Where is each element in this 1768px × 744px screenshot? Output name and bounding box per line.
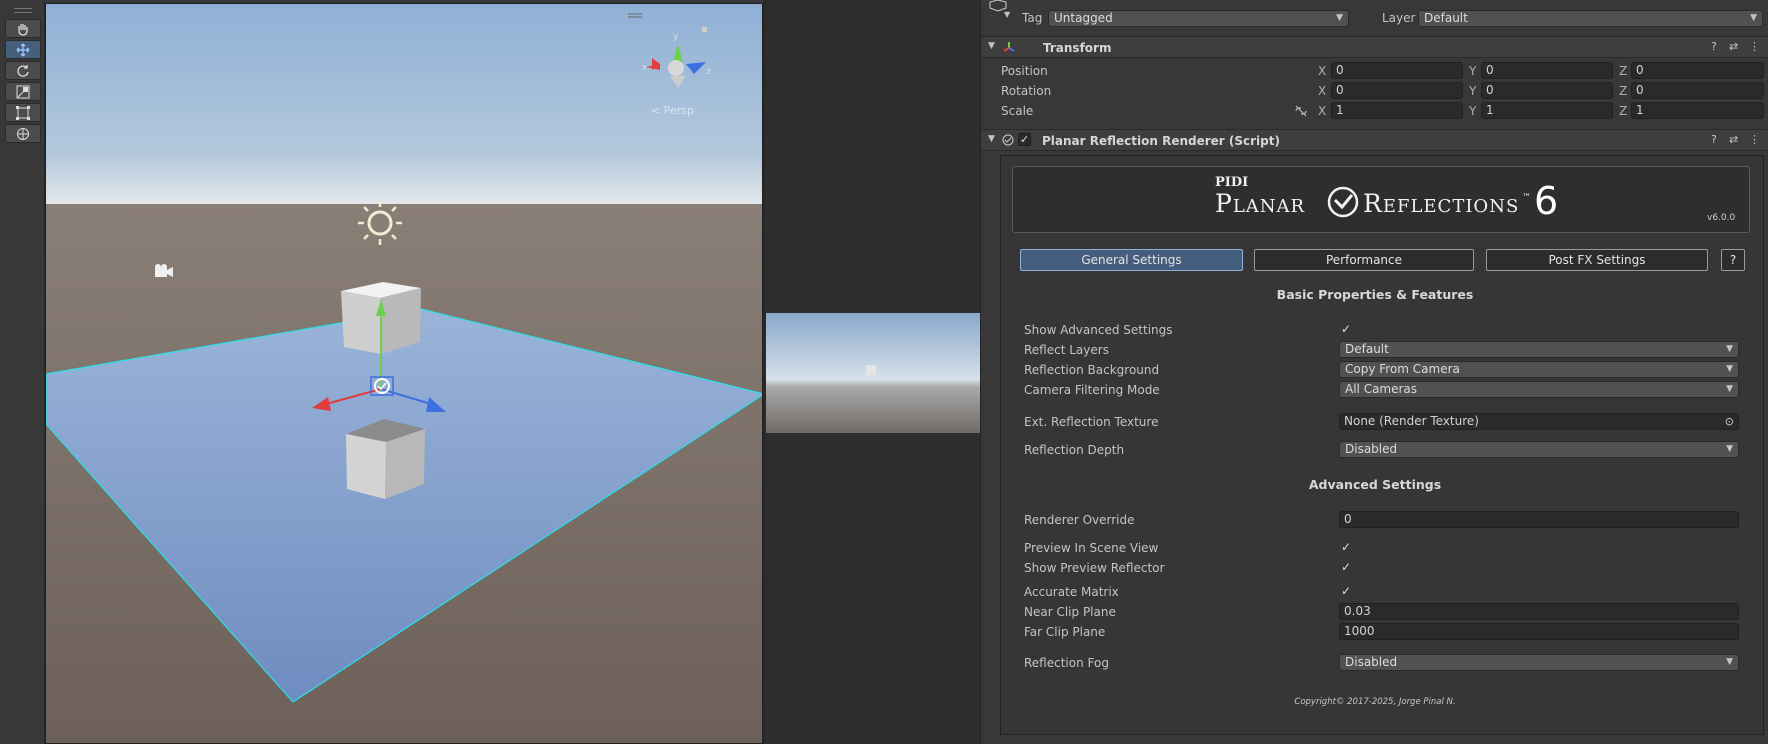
transform-tool-button[interactable] xyxy=(5,124,41,143)
near-clip-label: Near Clip Plane xyxy=(1024,605,1116,619)
more-options-icon[interactable]: ⋮ xyxy=(1749,133,1760,146)
preview-scene-label: Preview In Scene View xyxy=(1024,541,1159,555)
position-z-field[interactable]: 0 xyxy=(1631,62,1764,79)
camera-filtering-dropdown[interactable]: All Cameras ▼ xyxy=(1339,381,1739,398)
link-icon[interactable] xyxy=(1294,105,1308,117)
foldout-arrow-icon[interactable]: ▼ xyxy=(988,134,995,144)
renderer-override-label: Renderer Override xyxy=(1024,513,1135,527)
persp-label[interactable]: < Persp xyxy=(651,104,694,117)
show-advanced-checkbox[interactable]: ✓ xyxy=(1339,322,1353,336)
preset-icon[interactable]: ⇄ xyxy=(1729,133,1738,146)
accurate-matrix-label: Accurate Matrix xyxy=(1024,585,1119,599)
inspector-panel: ▼ Tag Untagged ▼ Layer Default ▼ ▼ Transfo… xyxy=(980,0,1768,744)
transform-icon xyxy=(17,127,29,140)
reflection-preview xyxy=(766,313,980,433)
pidi-banner: PIDI Planar Reflections ™ 6 v6.0.0 xyxy=(1012,166,1750,233)
banner-brand: PIDI xyxy=(1215,175,1249,190)
reflect-layers-label: Reflect Layers xyxy=(1024,343,1109,357)
rotate-icon xyxy=(17,64,29,77)
foldout-arrow-icon[interactable]: ▼ xyxy=(988,41,995,51)
tab-general-settings[interactable]: General Settings xyxy=(1020,249,1243,271)
banner-version: v6.0.0 xyxy=(1707,213,1736,223)
chevron-down-icon[interactable]: ▼ xyxy=(1004,10,1010,19)
copyright: Copyright© 2017-2025, Jorge Pinal N. xyxy=(1294,697,1456,707)
more-options-icon[interactable]: ⋮ xyxy=(1749,40,1760,53)
scale-x-field[interactable]: 1 xyxy=(1331,102,1463,119)
tab-post-fx-settings[interactable]: Post FX Settings xyxy=(1486,249,1708,271)
scale-z-field[interactable]: 1 xyxy=(1631,102,1764,119)
transform-header[interactable]: ▼ Transform ? ⇄ ⋮ xyxy=(981,36,1768,58)
rotation-x-field[interactable]: 0 xyxy=(1331,82,1463,99)
gizmo-z-label: z xyxy=(706,67,711,77)
scale-tool-button[interactable] xyxy=(5,82,41,101)
ext-texture-field[interactable]: None (Render Texture) ⊙ xyxy=(1339,413,1739,430)
tab-performance[interactable]: Performance xyxy=(1254,249,1474,271)
reflection-background-dropdown[interactable]: Copy From Camera ▼ xyxy=(1339,361,1739,378)
scale-label: Scale xyxy=(1001,104,1034,118)
gizmo-y-label: y xyxy=(673,32,679,42)
reflection-depth-dropdown[interactable]: Disabled ▼ xyxy=(1339,441,1739,458)
near-clip-field[interactable]: 0.03 xyxy=(1339,603,1739,620)
rect-tool-button[interactable] xyxy=(5,103,41,122)
scale-icon xyxy=(16,85,30,98)
tag-dropdown[interactable]: Untagged ▼ xyxy=(1048,10,1349,27)
rotation-y-field[interactable]: 0 xyxy=(1481,82,1613,99)
preview-scene-checkbox[interactable]: ✓ xyxy=(1339,540,1353,554)
reflection-depth-label: Reflection Depth xyxy=(1024,443,1125,457)
show-preview-checkbox[interactable]: ✓ xyxy=(1339,560,1353,574)
scene-view[interactable]: y x z < Persp xyxy=(45,3,763,744)
basic-section-title: Basic Properties & Features xyxy=(1276,287,1474,302)
layer-label: Layer xyxy=(1382,11,1416,25)
cube-reflection xyxy=(346,419,425,499)
component-title: Planar Reflection Renderer (Script) xyxy=(1042,134,1280,148)
hand-tool-button[interactable] xyxy=(5,19,41,38)
rotate-tool-button[interactable] xyxy=(5,61,41,80)
accurate-matrix-checkbox[interactable]: ✓ xyxy=(1339,584,1353,598)
transform-title: Transform xyxy=(1043,41,1112,55)
scene-toolbar xyxy=(0,0,45,744)
drag-handle-icon[interactable] xyxy=(14,8,32,9)
component-enable-checkbox[interactable]: ✓ xyxy=(1018,133,1031,146)
show-advanced-label: Show Advanced Settings xyxy=(1024,323,1173,337)
ext-texture-label: Ext. Reflection Texture xyxy=(1024,415,1159,429)
camera-filtering-label: Camera Filtering Mode xyxy=(1024,383,1160,397)
rotation-z-field[interactable]: 0 xyxy=(1631,82,1764,99)
reflection-logo-icon xyxy=(1327,186,1359,218)
advanced-section-title: Advanced Settings xyxy=(1308,477,1442,492)
reflection-fog-dropdown[interactable]: Disabled ▼ xyxy=(1339,654,1739,671)
rect-icon xyxy=(16,105,30,120)
rotation-label: Rotation xyxy=(1001,84,1052,98)
position-y-field[interactable]: 0 xyxy=(1481,62,1613,79)
scale-y-field[interactable]: 1 xyxy=(1481,102,1613,119)
object-picker-icon[interactable]: ⊙ xyxy=(1725,414,1734,429)
component-header[interactable]: ▼ ✓ Planar Reflection Renderer (Script) … xyxy=(981,129,1768,151)
renderer-override-field[interactable]: 0 xyxy=(1339,511,1739,528)
tag-label: Tag xyxy=(1022,11,1043,25)
header-strip xyxy=(981,0,1768,5)
preset-icon[interactable]: ⇄ xyxy=(1729,40,1738,53)
script-icon xyxy=(1002,134,1014,146)
banner-trademark: ™ xyxy=(1522,193,1531,203)
gizmo-x-label: x xyxy=(642,63,648,73)
far-clip-label: Far Clip Plane xyxy=(1024,625,1106,639)
help-button[interactable]: ? xyxy=(1721,249,1745,271)
reflection-fog-label: Reflection Fog xyxy=(1024,656,1109,670)
far-clip-field[interactable]: 1000 xyxy=(1339,623,1739,640)
show-preview-label: Show Preview Reflector xyxy=(1024,561,1165,575)
reflection-background-label: Reflection Background xyxy=(1024,363,1160,377)
position-x-field[interactable]: 0 xyxy=(1331,62,1463,79)
banner-number: 6 xyxy=(1534,179,1559,223)
help-icon[interactable]: ? xyxy=(1711,40,1717,53)
drag-handle-icon-line xyxy=(14,12,32,13)
move-tool-button[interactable] xyxy=(5,40,41,59)
transform-axes-icon xyxy=(1003,42,1015,52)
hand-icon xyxy=(18,23,28,36)
move-icon xyxy=(16,43,30,56)
position-label: Position xyxy=(1001,64,1048,78)
help-icon[interactable]: ? xyxy=(1711,133,1717,146)
banner-title-left: Planar xyxy=(1215,189,1306,218)
banner-title-right: Reflections xyxy=(1363,189,1520,218)
layer-dropdown[interactable]: Default ▼ xyxy=(1418,10,1763,27)
reflect-layers-dropdown[interactable]: Default ▼ xyxy=(1339,341,1739,358)
